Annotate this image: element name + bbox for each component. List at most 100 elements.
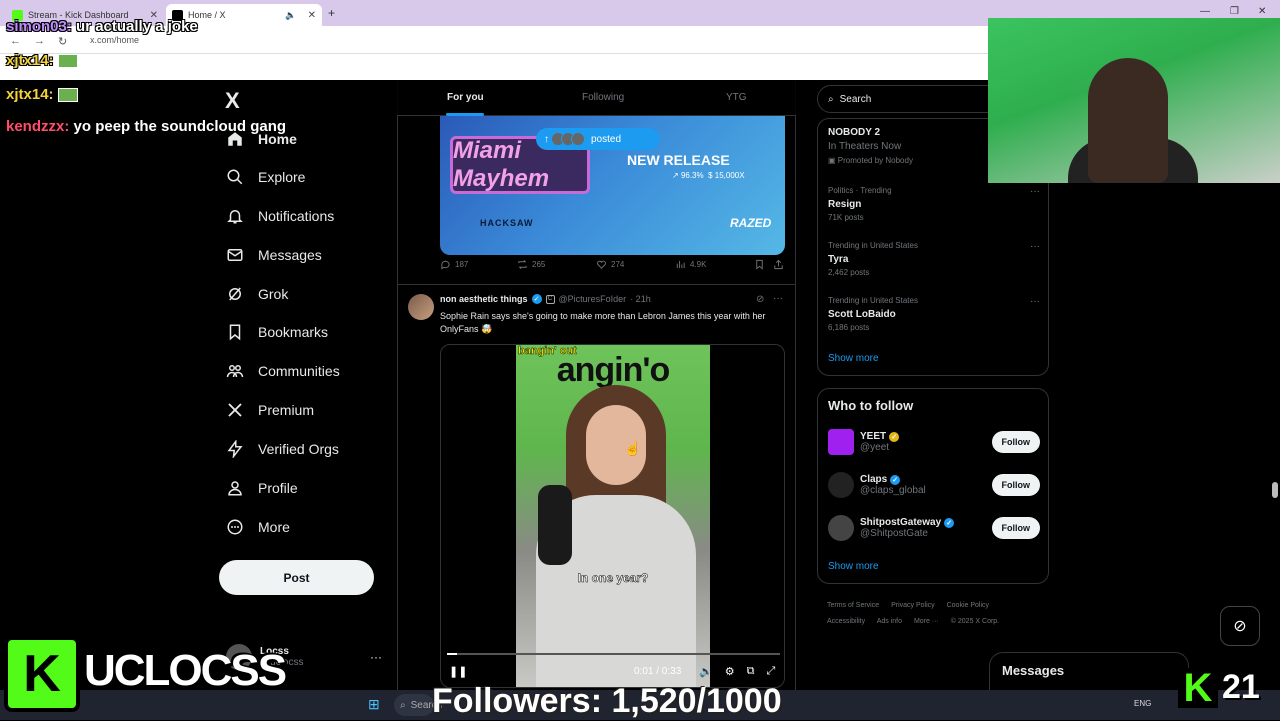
footer-link[interactable]: Cookie Policy (947, 602, 989, 609)
footer-link[interactable]: Accessibility (827, 618, 865, 625)
trend-more-icon[interactable]: ··· (1030, 186, 1040, 197)
trend-more-icon[interactable]: ··· (1030, 241, 1040, 252)
kick-logo-icon: K (4, 636, 80, 712)
trends-show-more-link[interactable]: Show more (828, 353, 879, 364)
kick-viewer-icon: K (1178, 666, 1218, 710)
tab-following[interactable]: Following (582, 92, 624, 103)
sidebar-item-messages[interactable]: Messages (226, 243, 322, 267)
trend-item[interactable]: Politics · Trending Resign 71K posts ··· (828, 186, 1040, 222)
tab-ytg[interactable]: YTG (726, 92, 747, 103)
post-button[interactable]: Post (219, 560, 374, 595)
follow-suggestion[interactable]: YEET ✓ @yeet Follow (828, 427, 1040, 457)
follow-suggestion[interactable]: Claps ✓ @claps_global Follow (828, 470, 1040, 500)
settings-icon[interactable]: ⚙ (725, 665, 735, 678)
windows-start-icon[interactable]: ⊞ (368, 696, 380, 713)
sidebar-item-label: Grok (258, 286, 289, 302)
sidebar-item-notifications[interactable]: Notifications (226, 204, 334, 228)
tweet-more-icon[interactable]: ··· (773, 293, 783, 304)
avatar[interactable] (408, 294, 434, 320)
arrow-up-icon: ↑ (544, 133, 549, 145)
sidebar-item-verified-orgs[interactable]: Verified Orgs (226, 437, 339, 461)
views-button[interactable]: 4.9K (675, 259, 706, 270)
mouse-cursor-icon: ☝ (624, 440, 642, 456)
video-caption: In one year? (577, 571, 649, 586)
trend-more-icon[interactable]: ··· (1030, 296, 1040, 307)
footer-link[interactable]: Ads info (877, 618, 902, 625)
view-count: 4.9K (690, 259, 707, 269)
sidebar-item-profile[interactable]: Profile (226, 476, 298, 500)
repost-button[interactable]: 265 (517, 259, 545, 270)
trend-posts: 71K posts (828, 213, 864, 222)
minimize-icon[interactable]: — (1200, 6, 1210, 17)
video-frame: angin'o bangin' out In one year? (516, 345, 710, 687)
video-progress-bar[interactable] (447, 653, 780, 655)
sidebar-item-bookmarks[interactable]: Bookmarks (226, 320, 328, 344)
share-button[interactable] (773, 259, 784, 270)
footer-link[interactable]: More ··· (914, 618, 939, 625)
tweet-author-handle[interactable]: @PicturesFoIder (559, 294, 627, 304)
sidebar-item-grok[interactable]: Grok (226, 282, 288, 306)
people-icon (226, 365, 244, 378)
video-progress-fill (447, 653, 457, 655)
fullscreen-icon[interactable]: ⤢ (766, 665, 775, 678)
close-tab-icon[interactable]: ✕ (308, 10, 316, 21)
bookmark-icon (229, 324, 241, 341)
pip-icon[interactable]: ⧉ (747, 665, 755, 678)
sidebar-item-explore[interactable]: Explore (226, 165, 305, 189)
follow-handle: @ShitpostGate (860, 528, 928, 539)
like-button[interactable]: 274 (596, 259, 624, 270)
bookmark-button[interactable] (754, 259, 765, 270)
sidebar-item-label: Profile (258, 480, 298, 496)
divider (397, 284, 796, 285)
sidebar-item-label: Premium (258, 402, 315, 418)
maximize-icon[interactable]: ❐ (1230, 6, 1239, 17)
chat-username: xjtx14: (6, 52, 54, 69)
follow-button[interactable]: Follow (991, 517, 1040, 539)
volume-icon[interactable]: 🔈 (699, 665, 713, 678)
trend-posts: 6,186 posts (828, 323, 870, 332)
sidebar-item-premium[interactable]: Premium (226, 398, 314, 422)
tab-for-you[interactable]: For you (447, 92, 484, 103)
affiliate-badge-icon: C (545, 294, 555, 304)
tweet-timestamp[interactable]: · 21h (630, 294, 651, 304)
share-icon (774, 259, 783, 269)
channel-name-overlay: UCLOCSS (84, 646, 287, 695)
more-circle-icon (227, 519, 243, 535)
account-more-icon[interactable]: ··· (370, 650, 382, 664)
follow-button[interactable]: Follow (991, 431, 1040, 453)
forward-icon[interactable]: → (34, 35, 45, 47)
pause-icon[interactable]: ❚❚ (449, 665, 467, 678)
sidebar-item-communities[interactable]: Communities (226, 359, 340, 383)
new-tab-icon[interactable]: + (328, 6, 335, 20)
follow-suggestion[interactable]: ShitpostGateway ✓ @ShitpostGate Follow (828, 513, 1040, 543)
footer-link[interactable]: Privacy Policy (891, 602, 935, 609)
scrollbar-thumb[interactable] (1272, 482, 1278, 498)
repost-icon (518, 259, 527, 269)
language-indicator[interactable]: ENG (1134, 699, 1151, 708)
x-logo-icon[interactable]: X (225, 88, 240, 114)
chat-username: kendzzx: (6, 118, 70, 135)
back-icon[interactable]: ← (10, 35, 21, 47)
follow-show-more-link[interactable]: Show more (828, 561, 879, 572)
grok-floating-button[interactable]: ⊘ (1220, 606, 1260, 646)
taskbar-search[interactable]: ⌕ Search (394, 694, 442, 716)
new-posts-pill[interactable]: ↑ posted (536, 128, 660, 150)
video-player[interactable]: angin'o bangin' out In one year? ❚❚ 0:01… (440, 344, 785, 688)
grok-explain-icon[interactable]: ⊘ (756, 294, 764, 305)
footer-link[interactable]: Terms of Service (827, 602, 879, 609)
trend-item[interactable]: Trending in United States Tyra 2,462 pos… (828, 241, 1040, 277)
follow-button[interactable]: Follow (991, 474, 1040, 496)
speaker-icon[interactable]: 🔈 (285, 10, 296, 21)
trend-item[interactable]: Trending in United States Scott LoBaido … (828, 296, 1040, 332)
url-field[interactable]: x.com/home (90, 35, 139, 45)
reload-icon[interactable]: ↻ (58, 35, 67, 48)
chat-username: simon03: (6, 18, 72, 35)
tweet-author-name[interactable]: non aesthetic things (440, 294, 528, 304)
close-window-icon[interactable]: ✕ (1258, 6, 1266, 17)
tweet-text: Sophie Rain says she's going to make mor… (440, 311, 766, 334)
sidebar-item-label: Verified Orgs (258, 441, 339, 457)
reply-button[interactable]: 187 (440, 259, 468, 270)
trend-up-icon: ↗ (672, 171, 679, 180)
microphone (538, 485, 572, 565)
sidebar-item-more[interactable]: More (226, 515, 290, 539)
